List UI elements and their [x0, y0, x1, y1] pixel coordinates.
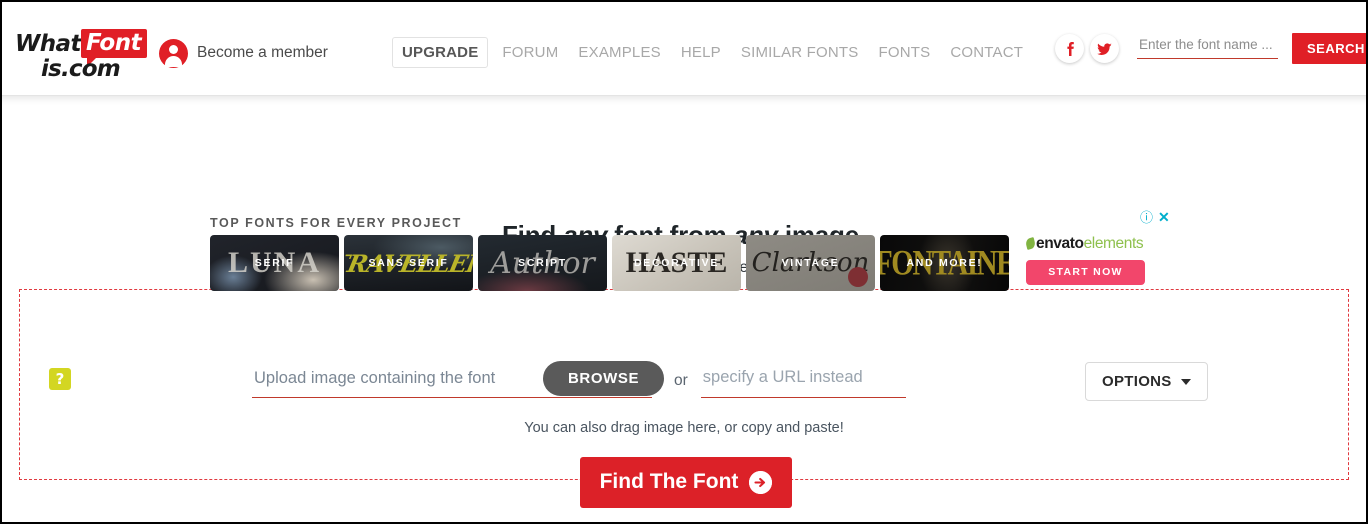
become-a-member-label: Become a member — [197, 44, 328, 61]
ad-card-script[interactable]: Author SCRIPT — [478, 235, 607, 291]
drag-and-drop-hint: You can also drag image here, or copy an… — [524, 420, 844, 436]
social-links — [1055, 34, 1119, 63]
find-the-font-button[interactable]: Find The Font — [580, 457, 792, 508]
nav-item-forum[interactable]: FORUM — [492, 38, 568, 67]
upload-form-row: Upload image containing the font BROWSE … — [252, 360, 906, 398]
nav-item-fonts[interactable]: FONTS — [869, 38, 941, 67]
ad-card-decorative[interactable]: HASTE DECORATIVE — [612, 235, 741, 291]
find-the-font-label: Find The Font — [599, 470, 739, 493]
logo-text-what: What — [15, 31, 81, 57]
chevron-down-icon — [1180, 378, 1191, 385]
logo-badge-font: Font — [81, 29, 148, 58]
ad-card-sans-serif[interactable]: TRAVELLER SANS SERIF — [344, 235, 473, 291]
become-a-member-link[interactable]: Become a member — [159, 38, 328, 68]
help-icon[interactable]: ? — [49, 368, 71, 390]
nav-item-help[interactable]: HELP — [671, 38, 731, 67]
arrow-right-circle-icon — [749, 470, 773, 494]
nav-item-examples[interactable]: EXAMPLES — [568, 38, 670, 67]
nav-item-contact[interactable]: CONTACT — [940, 38, 1033, 67]
ad-card-serif-label: SERIF — [254, 257, 295, 269]
site-header: What Font is.com Become a member UPGRADE… — [2, 2, 1366, 96]
ad-card-vintage-stamp-icon — [848, 267, 868, 287]
ad-banner: TOP FONTS FOR EVERY PROJECT LUNA SERIF T… — [2, 105, 1366, 291]
search-input[interactable] — [1137, 33, 1278, 59]
ad-card-vintage-label: VINTAGE — [781, 257, 840, 269]
url-field[interactable] — [700, 360, 906, 398]
logo-text-iscom: is.com — [41, 56, 121, 82]
user-circle-icon — [159, 38, 188, 68]
ad-card-decorative-label: DECORATIVE — [633, 257, 720, 269]
ad-card-and-more[interactable]: FONTAINE AND MORE! — [880, 235, 1009, 291]
header-search: SEARCH — [1137, 33, 1366, 64]
search-button[interactable]: SEARCH — [1292, 33, 1366, 64]
header-shadow — [2, 96, 1366, 105]
facebook-icon[interactable] — [1055, 34, 1084, 63]
site-logo[interactable]: What Font is.com — [15, 29, 148, 82]
ad-card-sans-serif-label: SANS SERIF — [368, 257, 449, 269]
ad-card-serif[interactable]: LUNA SERIF — [210, 235, 339, 291]
twitter-icon[interactable] — [1090, 34, 1119, 63]
browse-button[interactable]: BROWSE — [543, 361, 665, 396]
ad-card-and-more-label: AND MORE! — [906, 257, 983, 269]
upload-file-field[interactable]: Upload image containing the font BROWSE — [252, 360, 665, 398]
main-nav: UPGRADE FORUM EXAMPLES HELP SIMILAR FONT… — [392, 37, 1033, 68]
or-separator-label: or — [674, 372, 688, 389]
nav-item-similar-fonts[interactable]: SIMILAR FONTS — [731, 38, 869, 67]
url-input[interactable] — [700, 368, 906, 389]
ad-card-vintage[interactable]: Clarkson VINTAGE — [746, 235, 875, 291]
upload-file-placeholder: Upload image containing the font — [254, 369, 496, 387]
ad-card-script-label: SCRIPT — [518, 257, 567, 269]
nav-item-upgrade[interactable]: UPGRADE — [392, 37, 489, 68]
options-button-label: OPTIONS — [1102, 373, 1172, 390]
options-button[interactable]: OPTIONS — [1085, 362, 1208, 401]
page-root: What Font is.com Become a member UPGRADE… — [0, 0, 1368, 524]
